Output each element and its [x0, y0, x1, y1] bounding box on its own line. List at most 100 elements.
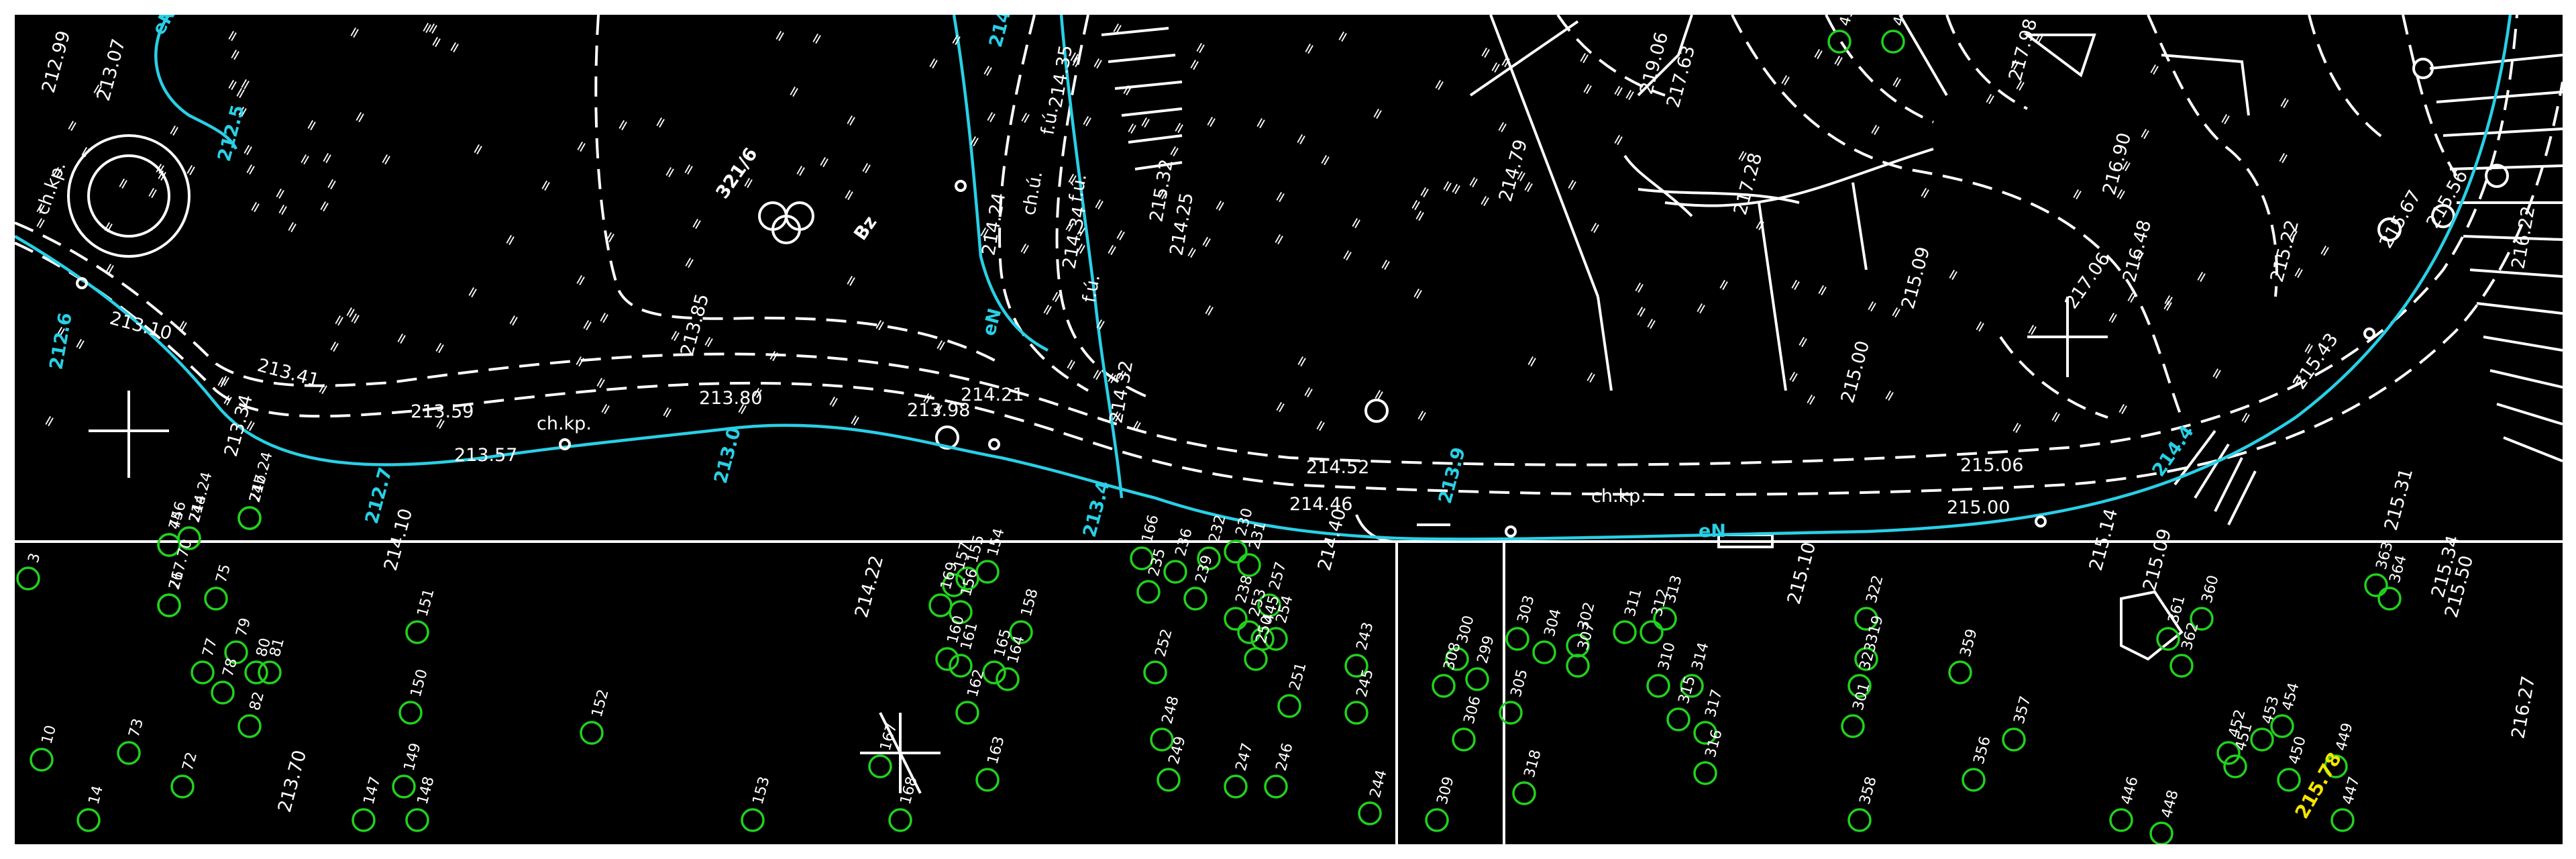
vegetation-hatch-mark: = [807, 30, 828, 48]
tree-symbol [2002, 727, 2026, 752]
tree-symbol [955, 701, 979, 725]
vegetation-hatch-mark: = [1311, 417, 1332, 436]
tree-number: 315 [1676, 674, 1699, 706]
tree-number: 156 [958, 567, 981, 599]
vegetation-hatch-mark: = [1346, 214, 1367, 233]
tree-number: 78 [220, 656, 241, 679]
survey-map[interactable]: = = = = = = = = = = = = = = = = = = = = = = = = = = = = = = = = = = = = = = = =… [15, 15, 2563, 844]
vegetation-hatch-mark: = [1199, 301, 1220, 320]
cover-label: ch.kp. [32, 159, 70, 218]
tree-symbol [2149, 821, 2174, 844]
tree-number: 310 [1656, 641, 1679, 672]
tree-number: 322 [1864, 574, 1887, 605]
vegetation-hatch-mark: = [1809, 45, 1829, 64]
tree-symbol [1505, 627, 1529, 651]
tree-symbol [888, 808, 912, 832]
vegetation-hatch-mark: = [1091, 315, 1112, 334]
vegetation-hatch-mark: = [1291, 130, 1312, 149]
vegetation-hatch-mark: = [2068, 185, 2088, 204]
vegetation-hatch-mark: = [1784, 368, 1805, 387]
elevation-label: 217.28 [1730, 151, 1766, 217]
tree-number: 252 [1152, 627, 1176, 659]
vegetation-hatch-mark: = [2122, 289, 2143, 307]
vegetation-hatch-mark: = [1801, 391, 1822, 409]
tree-symbol [2109, 808, 2133, 832]
tree-symbol [2277, 768, 2301, 792]
tree-number: 248 [1159, 695, 1183, 726]
vegetation-hatch-mark: = [784, 83, 805, 101]
vegetation-hatch-mark: = [1111, 226, 1132, 245]
elevation-label: 214.35 [1045, 44, 1077, 109]
tree-symbol [1827, 30, 1851, 54]
tree-number: 75 [213, 562, 234, 585]
vegetation-hatch-mark: = [1333, 28, 1354, 46]
road-label: 214.0 [985, 15, 1020, 50]
vegetation-hatch-mark: = [841, 111, 862, 130]
vegetation-hatch-mark: = [1088, 54, 1109, 73]
tree-symbol [157, 593, 181, 617]
tree-symbol [935, 647, 959, 671]
tree-symbol [949, 654, 973, 678]
tree-symbol [580, 721, 604, 745]
tree-number: 311 [1622, 587, 1646, 619]
vegetation-hatch-mark: = [468, 140, 489, 159]
vegetation-hatch-mark: = [680, 254, 700, 272]
vegetation-hatch-mark: = [2275, 94, 2296, 113]
tree-symbol [1277, 694, 1301, 718]
tree-symbols [16, 30, 2402, 844]
tree-number: 358 [1857, 775, 1880, 807]
vegetation-hatch-mark: = [1475, 192, 1496, 211]
elevation-label: 216.48 [2119, 218, 2155, 285]
tree-number: 150 [408, 668, 431, 699]
vegetation-hatch-mark: = [613, 116, 634, 135]
vegetation-hatch-mark: = [764, 347, 785, 366]
tree-number: 251 [1287, 661, 1310, 693]
tree-symbol [2169, 654, 2194, 678]
vegetation-hatch-mark: = [1430, 76, 1450, 95]
vegetation-hatch-mark: = [570, 352, 591, 371]
tree-number: 14 [86, 784, 107, 807]
tree-number: 154 [985, 527, 1008, 558]
vegetation-hatch-mark: = [504, 311, 525, 330]
tree-number: 79 [233, 616, 254, 639]
map-viewport[interactable]: = = = = = = = = = = = = = = = = = = = = = = = = = = = = = = = = = = = = = = = =… [15, 15, 2563, 844]
tree-symbol [1465, 667, 1489, 691]
tree-number: 447 [2340, 775, 2363, 807]
tree-symbol [1847, 808, 1872, 832]
vegetation-hatch-mark: = [1299, 40, 1320, 58]
vegetation-hatch-mark: = [1316, 151, 1336, 170]
tree-symbol [1666, 707, 1690, 731]
tree-symbol [741, 808, 765, 832]
vegetation-hatch-mark: = [1522, 352, 1543, 371]
tree-symbol [1224, 774, 1248, 799]
tree-number: 158 [1018, 587, 1042, 619]
tree-symbol [244, 660, 268, 685]
elevation-label: 214.22 [851, 554, 888, 620]
tree-symbol [258, 660, 282, 685]
vegetation-hatch-mark: = [1578, 80, 1599, 99]
vegetation-hatch-mark: = [2192, 268, 2212, 287]
vegetation-hatch-mark: = [500, 231, 521, 250]
vegetation-hatch-mark: = [1829, 52, 1849, 70]
vegetation-hatch-mark: = [1197, 233, 1218, 252]
tree-number: 10 [39, 723, 60, 746]
elevation-label: 215.06 [1960, 455, 2023, 476]
tree-symbol [2377, 587, 2402, 611]
vegetation-hatch-mark: = [430, 339, 451, 358]
tree-number: 359 [1957, 627, 1981, 659]
tree-number: 147 [361, 775, 384, 807]
vegetation-hatch-mark: = [1691, 299, 1712, 318]
vegetation-hatch-mark: = [1750, 216, 1771, 235]
elevation-label: 213.59 [411, 401, 474, 422]
vegetation-hatch-mark: = [113, 174, 134, 193]
vegetation-hatch-mark: = [870, 316, 891, 335]
tree-symbol [1841, 714, 1865, 738]
vegetation-hatch-mark: = [924, 54, 945, 73]
tree-symbol [868, 754, 892, 778]
vegetation-hatch-mark: = [376, 150, 397, 169]
vegetation-hatch-mark: = [572, 138, 592, 156]
tree-number: 77 [200, 636, 221, 659]
vegetation-hatch-mark: = [1887, 73, 1908, 92]
tree-number: 305 [1508, 668, 1532, 699]
tree-number: 450 [2286, 735, 2310, 766]
